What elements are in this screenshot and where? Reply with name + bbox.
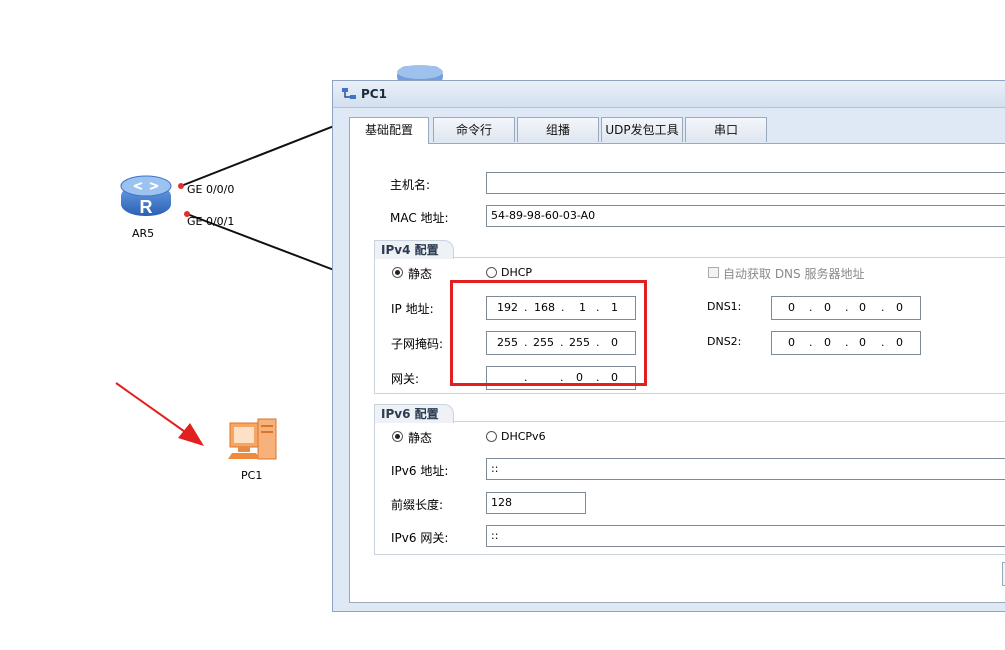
dns1-octet-3: 0 (859, 301, 866, 314)
router-label: AR5 (132, 227, 155, 240)
dns2-field[interactable]: 0 . 0 . 0 . 0 (771, 331, 921, 355)
dns1-octet-1: 0 (788, 301, 795, 314)
ip-dot: . (881, 301, 885, 314)
svg-text:R: R (140, 197, 153, 217)
router-ar5[interactable]: R (120, 175, 174, 221)
ipv6-gateway-field[interactable]: :: (486, 525, 1005, 547)
ipv4-static-label: 静态 (408, 267, 433, 281)
ip-address-label: IP 地址: (391, 302, 434, 316)
link-ge0-0-0 (180, 125, 335, 187)
ipv4-group-title: IPv4 配置 (374, 240, 454, 259)
pc-icon (228, 418, 277, 460)
pc1-config-dialog: PC1 基础配置 命令行 组播 UDP发包工具 串口 主机名: MAC 地址: … (332, 80, 1005, 612)
dns1-octet-4: 0 (896, 301, 903, 314)
tab-command-line[interactable]: 命令行 (433, 117, 515, 142)
port-label-ge0-0-0: GE 0/0/0 (187, 183, 235, 196)
ip-dot: . (845, 336, 849, 349)
red-arrow-line (115, 382, 189, 435)
tab-serial[interactable]: 串口 (685, 117, 767, 142)
ip-dot: . (809, 336, 813, 349)
dialog-title: PC1 (361, 87, 387, 101)
dns1-field[interactable]: 0 . 0 . 0 . 0 (771, 296, 921, 320)
hostname-label: 主机名: (390, 178, 431, 192)
tab-udp-tool[interactable]: UDP发包工具 (601, 117, 683, 142)
prefix-length-label: 前缀长度: (391, 498, 444, 512)
basic-config-panel: 主机名: MAC 地址: 54-89-98-60-03-A0 IPv4 配置 静… (349, 143, 1005, 603)
router-icon: R (120, 175, 172, 217)
auto-dns-label: 自动获取 DNS 服务器地址 (723, 267, 865, 281)
ipv6-gateway-label: IPv6 网关: (391, 531, 449, 545)
dns2-octet-3: 0 (859, 336, 866, 349)
ipv4-static-radio[interactable] (392, 267, 403, 278)
ip-config-highlight (450, 280, 647, 386)
subnet-mask-label: 子网掩码: (391, 337, 444, 351)
dns1-label: DNS1: (707, 300, 742, 313)
mac-field[interactable]: 54-89-98-60-03-A0 (486, 205, 1005, 227)
tab-multicast[interactable]: 组播 (517, 117, 599, 142)
mac-label: MAC 地址: (390, 211, 449, 225)
port-dot-1 (178, 183, 184, 189)
dns2-octet-1: 0 (788, 336, 795, 349)
ip-dot: . (809, 301, 813, 314)
dns1-octet-2: 0 (824, 301, 831, 314)
ip-dot: . (881, 336, 885, 349)
red-arrow-head (178, 423, 204, 446)
dialog-titlebar[interactable]: PC1 (333, 81, 1005, 108)
pc-label: PC1 (241, 469, 263, 482)
ip-dot: . (845, 301, 849, 314)
auto-dns-checkbox[interactable] (708, 267, 719, 278)
ipv6-static-radio[interactable] (392, 431, 403, 442)
network-icon (342, 88, 356, 99)
tab-basic-config[interactable]: 基础配置 (349, 117, 429, 144)
ipv6-static-label: 静态 (408, 431, 433, 445)
ipv6-address-label: IPv6 地址: (391, 464, 449, 478)
ipv6-group-title: IPv6 配置 (374, 404, 454, 423)
ipv6-dhcpv6-radio[interactable] (486, 431, 497, 442)
ipv4-dhcp-label: DHCP (501, 266, 533, 279)
hostname-input[interactable] (486, 172, 1005, 194)
dns2-label: DNS2: (707, 335, 742, 348)
port-label-ge0-0-1: GE 0/0/1 (187, 215, 235, 228)
prefix-length-field[interactable]: 128 (486, 492, 586, 514)
pc1-device[interactable] (226, 415, 280, 465)
dns2-octet-2: 0 (824, 336, 831, 349)
dns2-octet-4: 0 (896, 336, 903, 349)
ipv6-address-field[interactable]: :: (486, 458, 1005, 480)
ipv6-dhcpv6-label: DHCPv6 (501, 430, 546, 443)
ipv6-group: IPv6 配置 静态 DHCPv6 IPv6 地址: :: 前缀长度: 128 … (374, 404, 1005, 555)
gateway-label: 网关: (391, 372, 420, 386)
ipv4-dhcp-radio[interactable] (486, 267, 497, 278)
